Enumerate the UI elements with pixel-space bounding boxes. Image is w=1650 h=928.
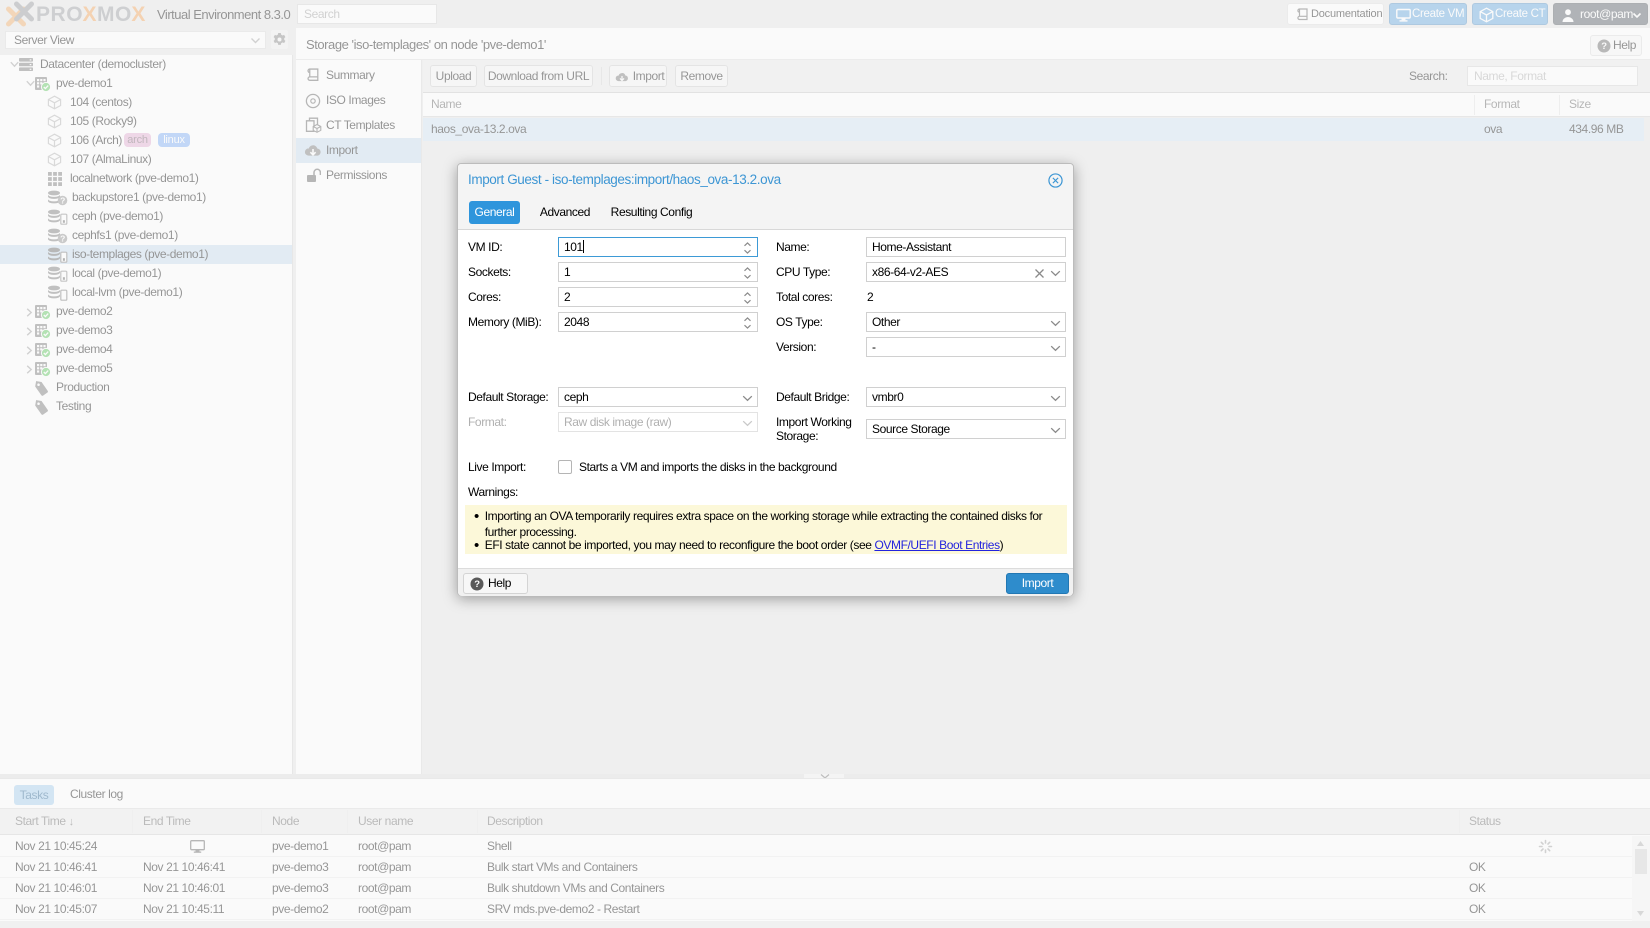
svg-text:?: ? — [474, 579, 480, 590]
